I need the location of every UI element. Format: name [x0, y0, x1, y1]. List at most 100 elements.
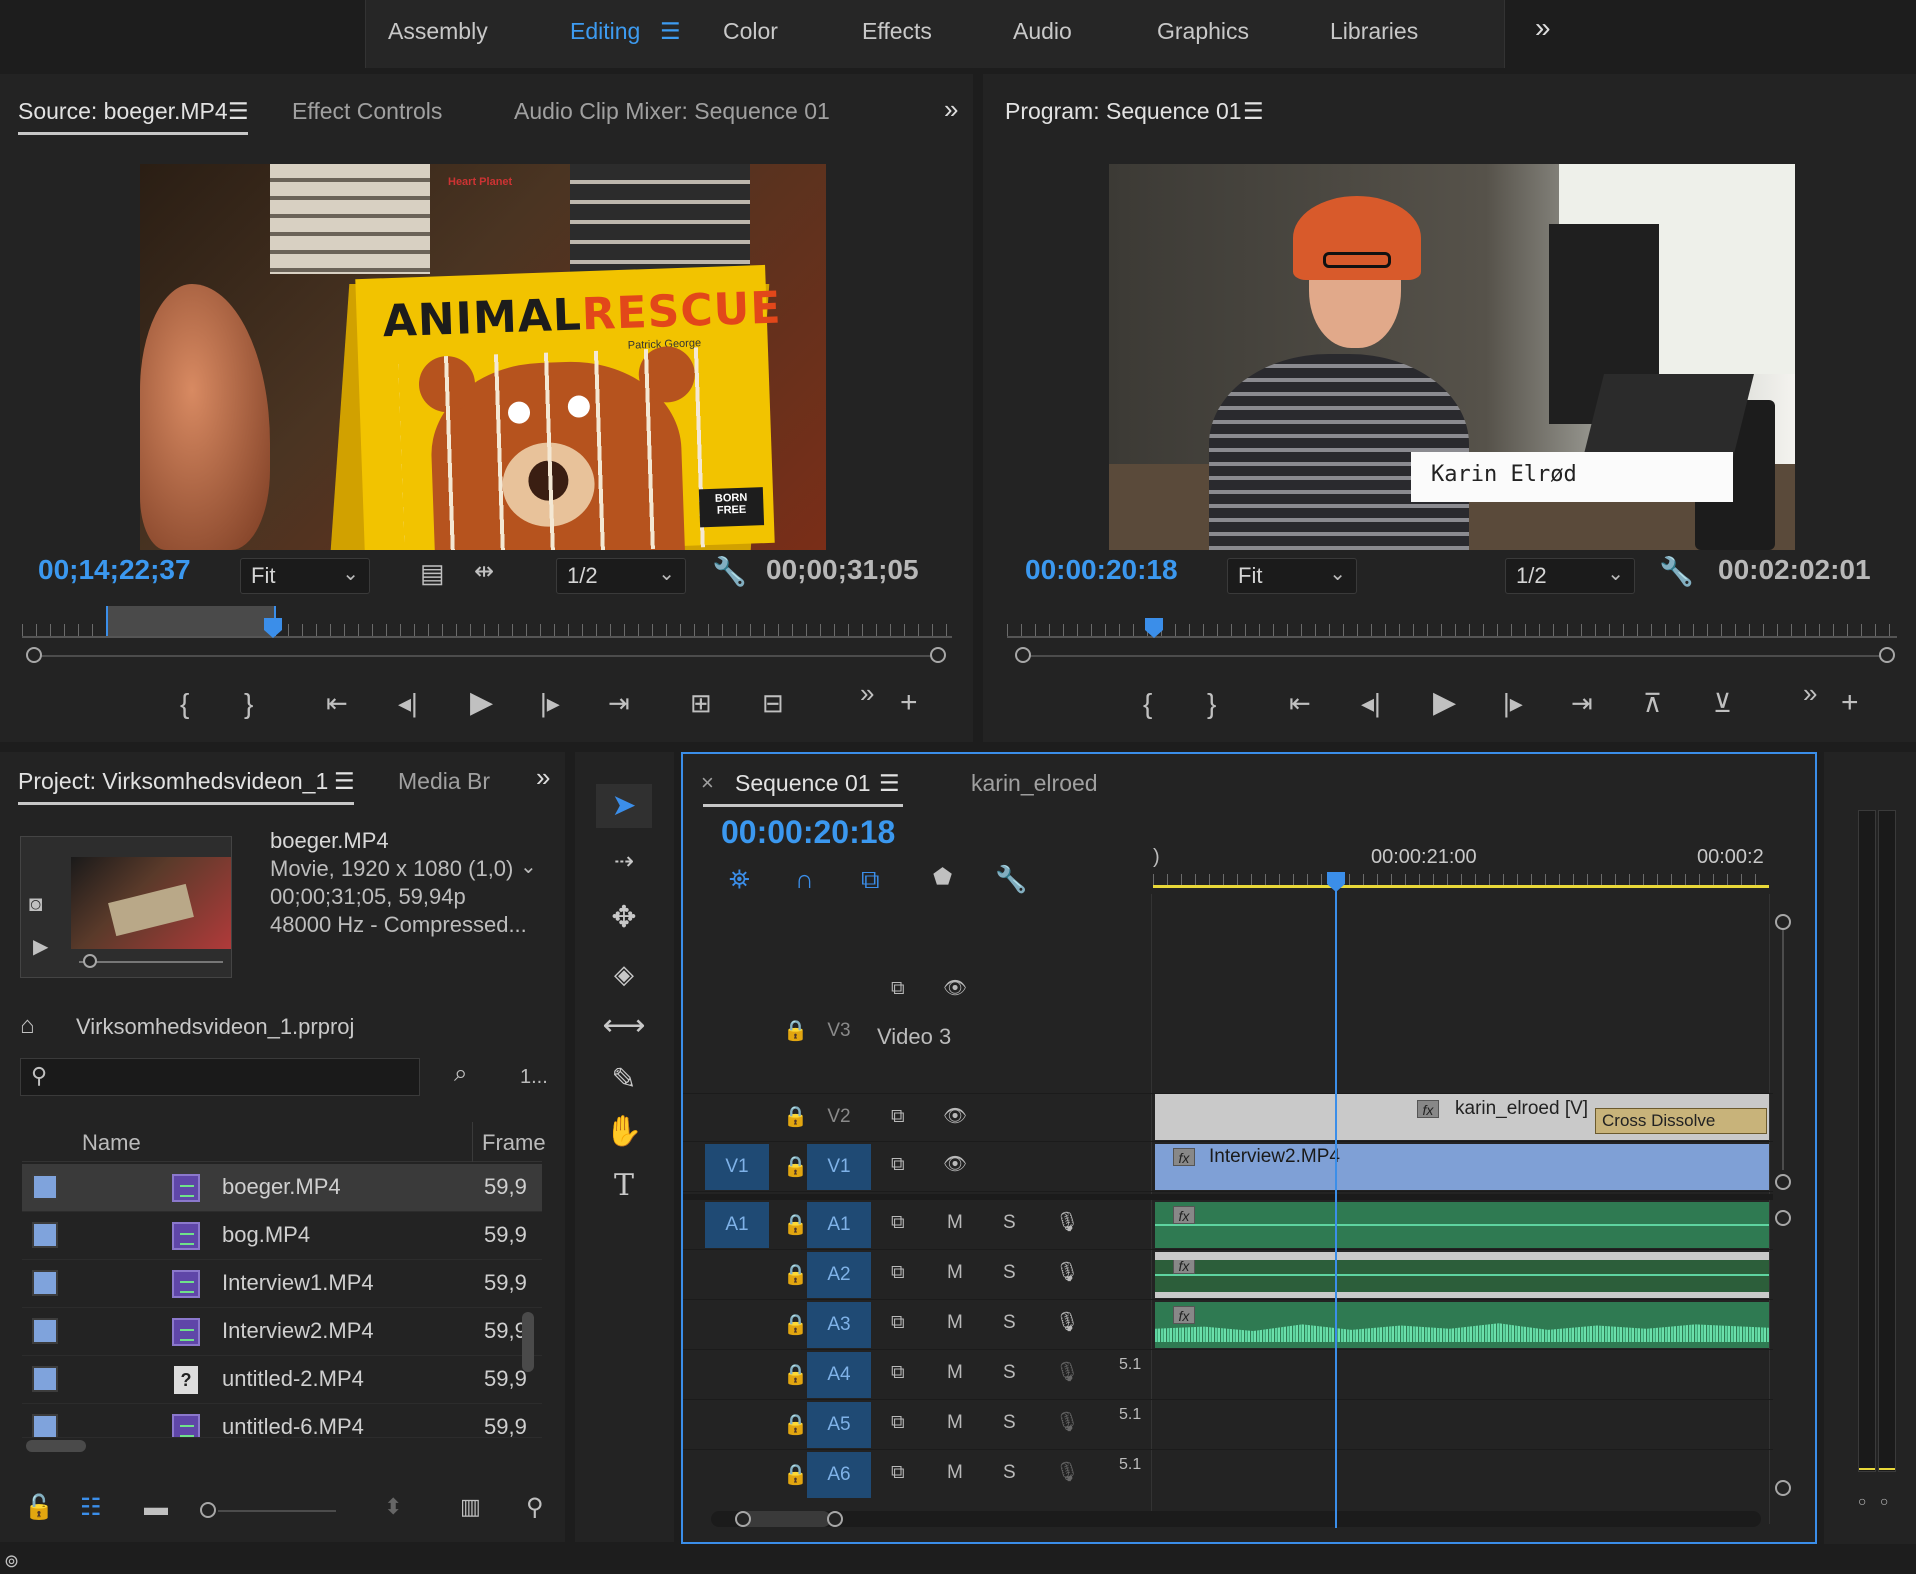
lock-icon[interactable]: 🔒 — [783, 1212, 808, 1237]
project-tab[interactable]: Project: Virksomhedsvideon_1 — [18, 768, 328, 795]
project-write-lock-icon[interactable]: 🔓 — [24, 1496, 54, 1520]
sync-lock-icon[interactable]: ⧉ — [891, 1106, 905, 1128]
timeline-close-icon[interactable]: × — [701, 770, 714, 796]
track-target-v1[interactable]: V1 — [807, 1144, 871, 1190]
source-zoom-right-handle[interactable] — [930, 647, 946, 663]
mute-button[interactable]: M — [947, 1312, 963, 1334]
voiceover-mic-icon[interactable]: 🎙 — [1055, 1310, 1079, 1334]
workspace-tab-assembly[interactable]: Assembly — [388, 18, 488, 45]
nest-toggle-icon[interactable]: ⛯ — [729, 866, 750, 892]
program-mark-in-icon[interactable]: { — [1143, 690, 1152, 718]
source-button-editor-icon[interactable]: + — [900, 688, 918, 718]
source-transport-overflow-icon[interactable]: » — [860, 680, 874, 706]
video-vscroll-bottom-knob[interactable] — [1775, 1174, 1791, 1190]
workspace-overflow-icon[interactable]: » — [1535, 12, 1551, 44]
workspace-tab-effects[interactable]: Effects — [862, 18, 932, 45]
program-zoom-scrollbar[interactable] — [1023, 655, 1883, 657]
track-target-a3[interactable]: A3 — [807, 1302, 871, 1348]
track-target-a2[interactable]: A2 — [807, 1252, 871, 1298]
track-target-a1[interactable]: A1 — [807, 1202, 871, 1248]
column-name-header[interactable]: Name — [82, 1130, 141, 1156]
lock-icon[interactable]: 🔒 — [783, 1412, 808, 1437]
source-tab[interactable]: Source: boeger.MP4 — [18, 98, 228, 125]
label-color-swatch[interactable] — [32, 1222, 58, 1248]
program-time-ruler[interactable] — [1007, 624, 1897, 638]
program-settings-wrench-icon[interactable]: 🔧 — [1659, 558, 1694, 586]
source-zoom-scrollbar[interactable] — [34, 655, 934, 657]
project-find-icon[interactable]: ⚲ — [526, 1496, 544, 1520]
source-patch-v1[interactable]: V1 — [705, 1144, 769, 1190]
solo-button[interactable]: S — [1003, 1212, 1016, 1234]
preview-scrubber[interactable] — [79, 961, 223, 963]
audio-clip-a2[interactable]: fx — [1155, 1252, 1769, 1298]
media-browser-tab[interactable]: Media Br — [398, 768, 490, 795]
play-icon[interactable]: ▶ — [470, 688, 493, 718]
cross-dissolve-transition[interactable]: Cross Dissolve — [1595, 1108, 1767, 1134]
mute-button[interactable]: M — [947, 1212, 963, 1234]
project-item-row[interactable]: bog.MP4 59,9 — [22, 1212, 542, 1260]
sync-lock-icon[interactable]: ⧉ — [891, 1312, 905, 1334]
voiceover-mic-icon[interactable]: 🎙 — [1055, 1360, 1079, 1384]
sync-lock-icon[interactable]: ⧉ — [891, 1362, 905, 1384]
program-playhead-timecode[interactable]: 00:00:20:18 — [1025, 554, 1178, 586]
sync-lock-icon[interactable]: ⧉ — [891, 1154, 905, 1176]
clip-karin-elroed[interactable]: fx karin_elroed [V] Cross Dissolve — [1155, 1094, 1769, 1140]
razor-tool-icon[interactable]: ◈ — [596, 952, 652, 996]
lock-icon[interactable]: 🔒 — [783, 1018, 808, 1043]
source-settings-wrench-icon[interactable]: 🔧 — [712, 558, 747, 586]
timeline-hscroll-left-knob[interactable] — [735, 1511, 751, 1527]
program-zoom-right-handle[interactable] — [1879, 647, 1895, 663]
label-color-swatch[interactable] — [32, 1174, 58, 1200]
project-tab-menu-icon[interactable]: ☰ — [334, 768, 355, 795]
project-panel-overflow-icon[interactable]: » — [536, 762, 550, 793]
go-to-out-icon[interactable]: ⇥ — [608, 690, 630, 716]
project-list-vscroll[interactable] — [522, 1312, 534, 1372]
lock-icon[interactable]: 🔒 — [783, 1462, 808, 1487]
source-panel-overflow-icon[interactable]: » — [944, 94, 958, 125]
workspace-tab-graphics[interactable]: Graphics — [1157, 18, 1249, 45]
mute-button[interactable]: M — [947, 1262, 963, 1284]
timeline-settings-wrench-icon[interactable]: 🔧 — [995, 866, 1027, 892]
program-go-to-in-icon[interactable]: ⇤ — [1289, 690, 1311, 716]
label-color-swatch[interactable] — [32, 1318, 58, 1344]
thumbnail-size-slider[interactable] — [218, 1510, 336, 1512]
step-forward-icon[interactable]: |▸ — [540, 690, 560, 716]
mute-button[interactable]: M — [947, 1412, 963, 1434]
program-zoom-left-handle[interactable] — [1015, 647, 1031, 663]
track-output-eye-icon[interactable]: 👁 — [943, 1104, 967, 1128]
clip-info-expand-icon[interactable]: ⌄ — [520, 854, 537, 879]
track-target-a4[interactable]: A4 — [807, 1352, 871, 1398]
lift-icon[interactable]: ⊼ — [1643, 690, 1662, 716]
timeline-timecode[interactable]: 00:00:20:18 — [721, 814, 895, 851]
lock-icon[interactable]: 🔒 — [783, 1362, 808, 1387]
ripple-edit-tool-icon[interactable]: ✥ — [596, 896, 652, 940]
column-frame-header[interactable]: Frame — [482, 1130, 546, 1156]
poster-frame-camera-icon[interactable]: ◙ — [29, 893, 42, 915]
source-tab-menu-icon[interactable]: ☰ — [228, 98, 249, 125]
timeline-vscroll-track[interactable] — [1782, 930, 1784, 1170]
overwrite-icon[interactable]: ⊟ — [762, 690, 784, 716]
step-back-icon[interactable]: ◂| — [398, 690, 418, 716]
program-resolution-select[interactable]: 1/2 ⌄ — [1505, 558, 1635, 594]
program-step-forward-icon[interactable]: |▸ — [1503, 690, 1523, 716]
project-list-hscroll[interactable] — [26, 1440, 86, 1452]
solo-button[interactable]: S — [1003, 1262, 1016, 1284]
timeline-hscroll-thumb[interactable] — [739, 1511, 831, 1527]
track-target-a5[interactable]: A5 — [807, 1402, 871, 1448]
sync-lock-icon[interactable]: ⧉ — [891, 1212, 905, 1234]
program-mark-out-icon[interactable]: } — [1207, 690, 1216, 718]
pen-tool-icon[interactable]: ✎ — [596, 1058, 652, 1102]
sync-lock-icon[interactable]: ⧉ — [891, 1462, 905, 1484]
source-zoom-left-handle[interactable] — [26, 647, 42, 663]
hand-tool-icon[interactable]: ✋ — [596, 1110, 652, 1154]
track-select-tool-icon[interactable]: ⇢ — [596, 840, 652, 884]
sync-lock-icon[interactable]: ⧉ — [891, 1412, 905, 1434]
project-item-row[interactable]: untitled-6.MP4 59,9 — [22, 1404, 542, 1438]
add-marker-icon[interactable]: ⬟ — [933, 866, 952, 888]
extract-icon[interactable]: ⊻ — [1713, 690, 1732, 716]
track-target-v2[interactable]: V2 — [807, 1094, 871, 1140]
sequence-tab-menu-icon[interactable]: ☰ — [879, 770, 900, 797]
lock-icon[interactable]: 🔒 — [783, 1154, 808, 1179]
program-go-to-out-icon[interactable]: ⇥ — [1571, 690, 1593, 716]
label-color-swatch[interactable] — [32, 1366, 58, 1392]
